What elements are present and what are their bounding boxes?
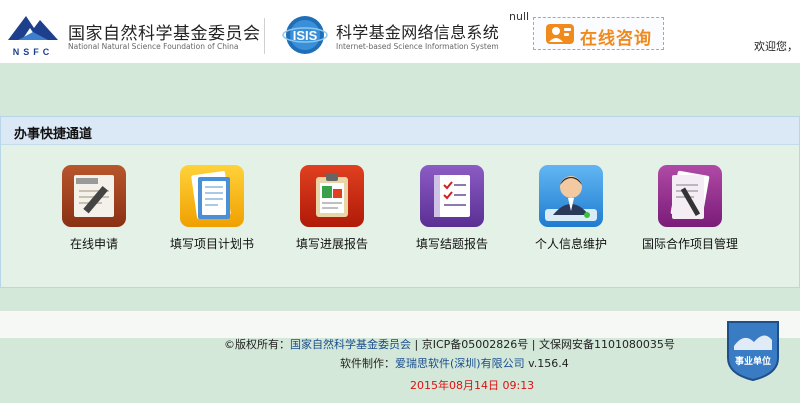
welcome-text: 欢迎您， bbox=[754, 40, 798, 53]
institution-badge-icon[interactable]: 事业单位 bbox=[724, 316, 782, 382]
nsfc-name-en: National Natural Science Foundation of C… bbox=[68, 42, 239, 51]
shortcut-label: 填写进展报告 bbox=[295, 237, 368, 251]
header: NSFC 国家自然科学基金委员会 National Natural Scienc… bbox=[0, 0, 800, 63]
isis-logo-icon: ISIS bbox=[282, 16, 328, 54]
shortcut-label: 在线申请 bbox=[69, 237, 118, 251]
software-prefix: 软件制作： bbox=[340, 357, 395, 370]
shortcut-progress-report[interactable]: 填写进展报告 bbox=[277, 165, 387, 255]
null-text: null bbox=[509, 10, 530, 23]
software-company-link[interactable]: 爱瑞思软件(深圳)有限公司 bbox=[395, 357, 525, 370]
clipboard-icon bbox=[300, 165, 364, 227]
quick-access-header: 办事快捷通道 bbox=[1, 117, 799, 145]
shortcut-international-cooperation[interactable]: 国际合作项目管理 bbox=[635, 165, 745, 255]
quick-access-panel: 办事快捷通道 在线申请 填写项目计划书 填写进展报告 填写结题报告 个人信息维护… bbox=[0, 116, 800, 288]
pen-paper-icon bbox=[62, 165, 126, 227]
shortcut-online-apply[interactable]: 在线申请 bbox=[39, 165, 149, 255]
shortcut-label: 填写项目计划书 bbox=[169, 237, 254, 251]
nsfc-logo-text: NSFC bbox=[13, 47, 54, 57]
online-consult-label: 在线咨询 bbox=[580, 29, 652, 49]
shortcut-final-report[interactable]: 填写结题报告 bbox=[397, 165, 507, 255]
nsfc-name-cn: 国家自然科学基金委员会 bbox=[68, 24, 261, 44]
isis-logo-text: ISIS bbox=[293, 28, 318, 43]
badge-text: 事业单位 bbox=[735, 355, 771, 367]
shortcut-label: 个人信息维护 bbox=[534, 237, 607, 251]
version-text: v.156.4 bbox=[524, 357, 569, 370]
quick-access-title: 办事快捷通道 bbox=[14, 127, 93, 142]
notebook-icon bbox=[180, 165, 244, 227]
checklist-icon bbox=[420, 165, 484, 227]
online-consult-button[interactable]: 在线咨询 bbox=[533, 17, 664, 50]
user-avatar-icon bbox=[539, 165, 603, 227]
footer-software: 软件制作：爱瑞思软件(深圳)有限公司 v.156.4 bbox=[340, 355, 569, 371]
shortcut-project-plan[interactable]: 填写项目计划书 bbox=[157, 165, 267, 255]
isis-name-cn: 科学基金网络信息系统 bbox=[336, 23, 500, 42]
shortcut-personal-info[interactable]: 个人信息维护 bbox=[516, 165, 626, 255]
header-divider bbox=[264, 18, 265, 54]
footer-datetime: 2015年08月14日 09:13 bbox=[410, 379, 535, 392]
copyright-prefix: ©版权所有： bbox=[224, 338, 290, 351]
copyright-owner-link[interactable]: 国家自然科学基金委员会 bbox=[290, 338, 411, 351]
document-pen-icon bbox=[658, 165, 722, 227]
shortcut-label: 填写结题报告 bbox=[415, 237, 488, 251]
footer-copyright: ©版权所有：国家自然科学基金委员会 | 京ICP备05002826号 | 文保网… bbox=[224, 336, 675, 352]
isis-name-en: Internet-based Science Information Syste… bbox=[336, 42, 499, 51]
chat-person-icon bbox=[546, 24, 574, 44]
shortcut-label: 国际合作项目管理 bbox=[641, 237, 738, 251]
icp-text: | 京ICP备05002826号 | 文保网安备1101080035号 bbox=[411, 338, 675, 351]
nsfc-logo-icon: NSFC bbox=[8, 16, 58, 57]
bottom-bar bbox=[0, 310, 800, 338]
